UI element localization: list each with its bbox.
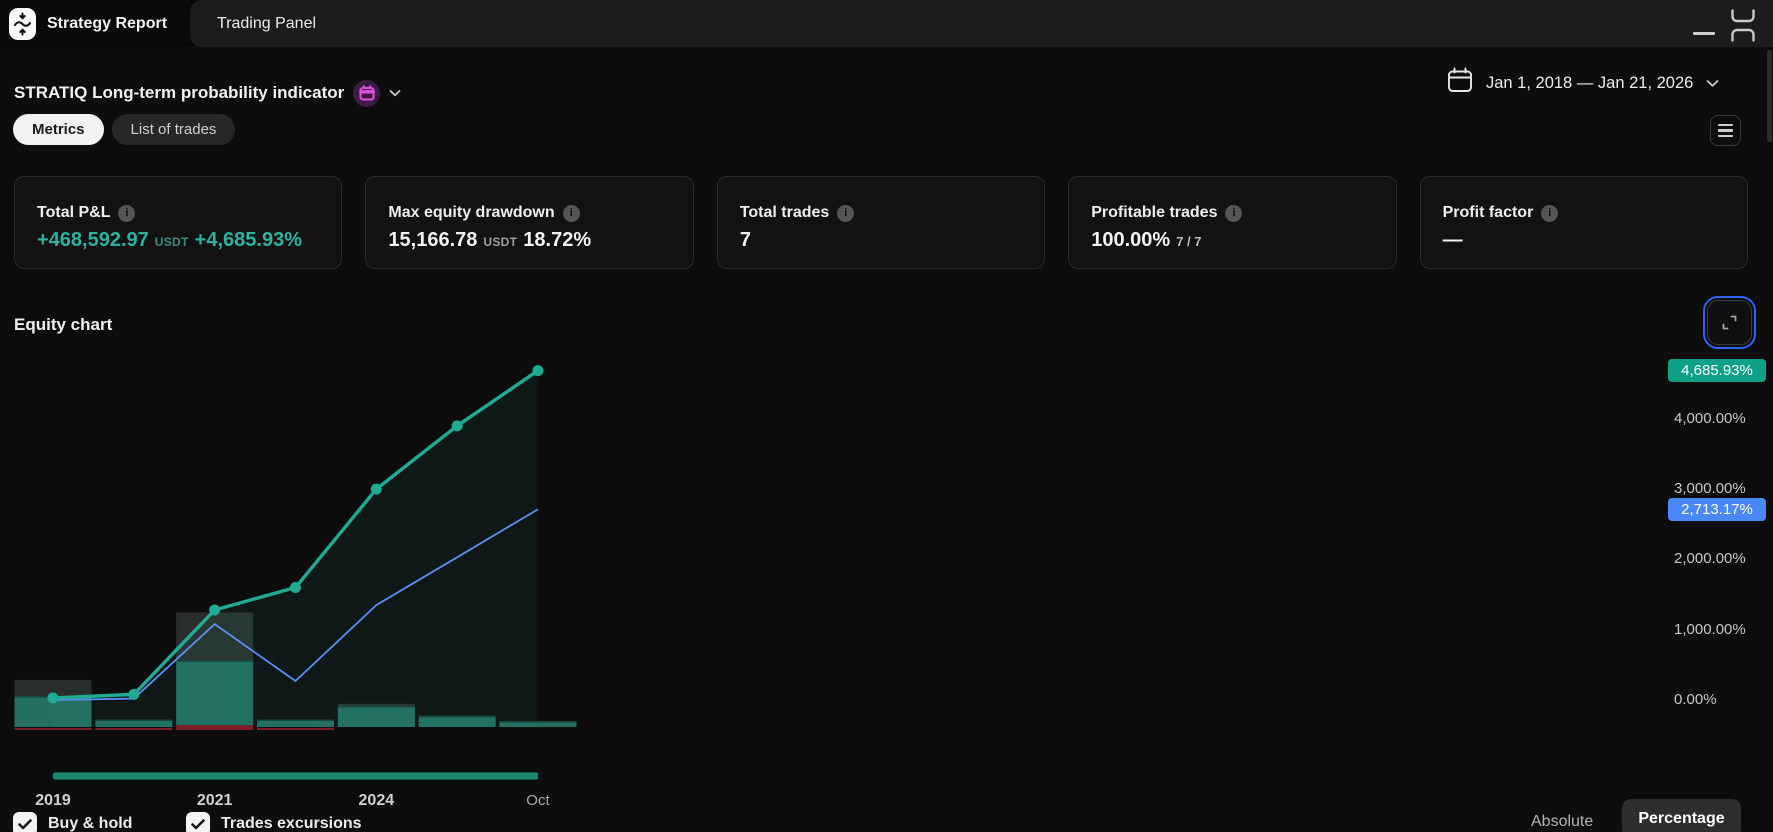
- trade-bar-cap: [257, 720, 334, 722]
- trades-excursions-label: Trades excursions: [221, 815, 362, 832]
- trade-bar-cap: [95, 720, 172, 722]
- trade-drawdown-strip: [176, 725, 253, 730]
- expand-chart-button[interactable]: [1707, 300, 1752, 345]
- absolute-mode-button[interactable]: Absolute: [1531, 813, 1593, 831]
- tab-trading-panel[interactable]: Trading Panel: [190, 0, 343, 47]
- equity-point-marker[interactable]: [532, 365, 543, 376]
- strategy-app-icon: [9, 8, 36, 40]
- tab-strategy-report-label: Strategy Report: [47, 15, 167, 33]
- equity-point-marker[interactable]: [48, 692, 59, 703]
- tab-trading-panel-label: Trading Panel: [217, 15, 316, 33]
- trade-drawdown-strip: [95, 728, 172, 730]
- trade-drawdown-strip: [15, 728, 92, 730]
- trade-pnl-bar: [338, 706, 415, 727]
- scrollbar-thumb[interactable]: [1767, 50, 1772, 142]
- trade-pnl-bar: [419, 716, 496, 727]
- trade-pnl-bar: [176, 660, 253, 727]
- buy-hold-checkbox[interactable]: [13, 812, 37, 832]
- trade-drawdown-strip: [257, 728, 334, 730]
- buy-hold-label: Buy & hold: [48, 815, 132, 832]
- equity-point-marker[interactable]: [290, 582, 301, 593]
- equity-area-fill: [53, 371, 538, 727]
- trade-bar-cap: [499, 721, 576, 723]
- trade-bar-cap: [338, 706, 415, 708]
- equity-point-marker[interactable]: [452, 420, 463, 431]
- tab-strategy-report[interactable]: Strategy Report: [0, 0, 190, 47]
- equity-point-marker[interactable]: [128, 689, 139, 700]
- strategy-report-window: Strategy Report Trading Panel STRATIQ Lo…: [0, 0, 1773, 832]
- trades-excursions-toggle[interactable]: Trades excursions: [186, 812, 362, 832]
- equity-point-marker[interactable]: [209, 605, 220, 616]
- trades-excursions-checkbox[interactable]: [186, 812, 210, 832]
- minimize-icon[interactable]: [1693, 32, 1715, 35]
- chart-navigator-bar[interactable]: [53, 773, 538, 780]
- trade-bar-cap: [176, 660, 253, 662]
- restore-window-icon[interactable]: [1730, 9, 1756, 47]
- equity-chart-canvas[interactable]: [0, 0, 1773, 832]
- percentage-mode-button[interactable]: Percentage: [1622, 799, 1741, 832]
- buy-hold-toggle[interactable]: Buy & hold: [13, 812, 132, 832]
- trade-bar-cap: [419, 716, 496, 718]
- equity-point-marker[interactable]: [371, 484, 382, 495]
